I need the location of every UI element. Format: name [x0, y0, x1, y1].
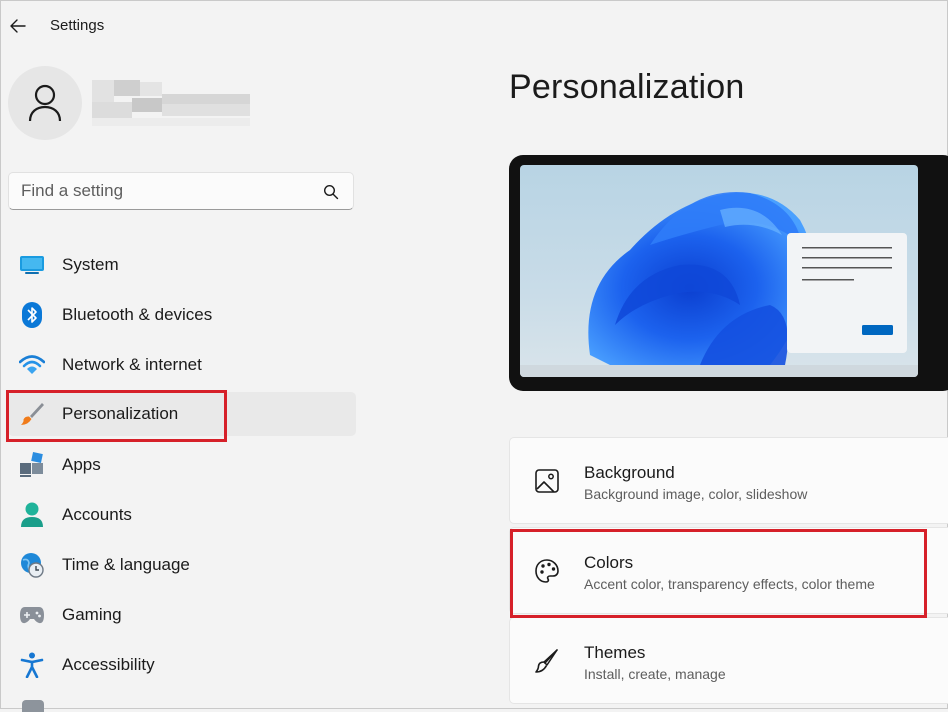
- brush-icon: [535, 649, 558, 673]
- search-input[interactable]: [21, 173, 311, 209]
- globe-clock-icon: [18, 551, 46, 579]
- card-themes[interactable]: Themes Install, create, manage: [509, 617, 948, 704]
- sidebar-item-accessibility[interactable]: Accessibility: [8, 643, 356, 687]
- sidebar-item-label: Gaming: [62, 605, 122, 624]
- sidebar-item-gaming[interactable]: Gaming: [8, 593, 356, 637]
- monitor-icon: [18, 251, 46, 279]
- sidebar-item-label: Bluetooth & devices: [62, 305, 213, 324]
- apps-icon: [18, 451, 46, 479]
- sidebar-item-label: Network & internet: [62, 355, 202, 374]
- preview-screen: [520, 165, 918, 377]
- sidebar-item-label: System: [62, 255, 119, 274]
- search-icon[interactable]: [323, 184, 339, 200]
- bloom-wallpaper-icon: [520, 192, 918, 377]
- sidebar-item-label: Accessibility: [62, 655, 155, 674]
- card-title: Themes: [584, 643, 646, 662]
- sidebar-item-label: Accounts: [62, 505, 132, 524]
- back-arrow-icon: [10, 19, 26, 33]
- card-subtitle: Install, create, manage: [584, 666, 726, 682]
- wifi-icon: [18, 351, 46, 379]
- gamepad-icon: [18, 601, 46, 629]
- accessibility-icon: [18, 651, 46, 679]
- user-name-redacted: [92, 80, 250, 128]
- sidebar-item-personalization[interactable]: Personalization: [8, 392, 356, 436]
- palette-icon: [535, 559, 559, 583]
- bluetooth-icon: [18, 301, 46, 329]
- image-icon: [535, 469, 559, 493]
- theme-preview: [509, 155, 948, 391]
- card-colors[interactable]: Colors Accent color, transparency effect…: [509, 527, 948, 614]
- sidebar-item-bluetooth[interactable]: Bluetooth & devices: [8, 293, 356, 337]
- back-button[interactable]: [6, 14, 30, 38]
- search-box[interactable]: [8, 172, 354, 210]
- sidebar-item-time-language[interactable]: Time & language: [8, 543, 356, 587]
- card-title: Background: [584, 463, 675, 482]
- sidebar-item-partial: [22, 700, 44, 712]
- sidebar-item-apps[interactable]: Apps: [8, 443, 356, 487]
- sidebar-item-label: Personalization: [62, 404, 179, 423]
- sidebar-item-label: Time & language: [62, 555, 190, 574]
- app-title: Settings: [50, 17, 105, 34]
- paintbrush-icon: [18, 400, 46, 428]
- avatar[interactable]: [8, 66, 82, 140]
- card-subtitle: Background image, color, slideshow: [584, 486, 808, 502]
- sidebar-item-network[interactable]: Network & internet: [8, 343, 356, 387]
- page-title: Personalization: [509, 68, 745, 106]
- user-icon: [28, 84, 62, 122]
- sidebar-item-label: Apps: [62, 455, 101, 474]
- sidebar-item-accounts[interactable]: Accounts: [8, 493, 356, 537]
- person-icon: [18, 501, 46, 529]
- sidebar-item-system[interactable]: System: [8, 243, 356, 287]
- card-title: Colors: [584, 553, 634, 572]
- card-subtitle: Accent color, transparency effects, colo…: [584, 576, 875, 592]
- card-background[interactable]: Background Background image, color, slid…: [509, 437, 948, 524]
